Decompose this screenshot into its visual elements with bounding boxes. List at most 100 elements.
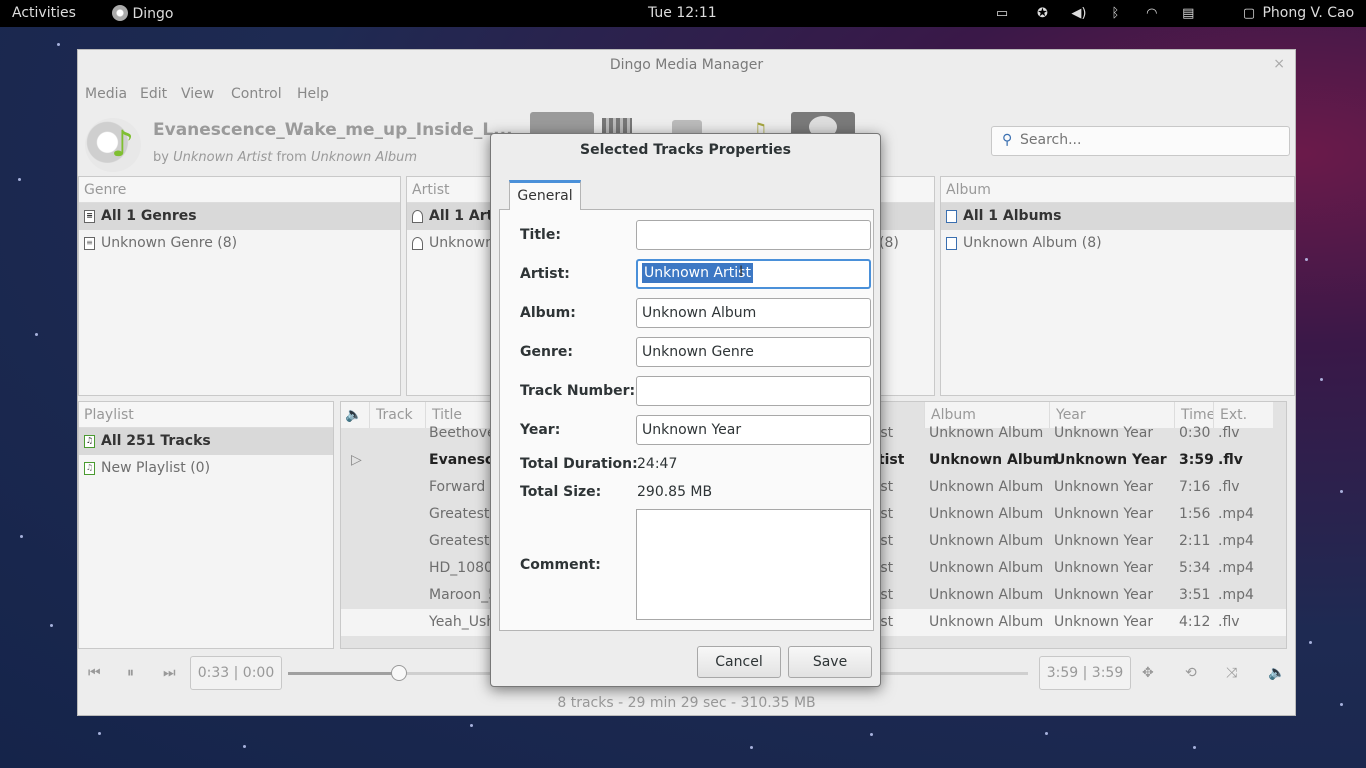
- fullscreen-icon[interactable]: ✥: [1142, 665, 1154, 681]
- genre-field[interactable]: [636, 337, 871, 367]
- track-album-cell: Unknown Album: [929, 506, 1044, 522]
- track-time-cell: 4:12: [1179, 614, 1211, 630]
- previous-icon[interactable]: ⏮: [88, 665, 101, 681]
- track-time-cell: 5:34: [1179, 560, 1211, 576]
- size-label: Total Size:: [520, 484, 602, 500]
- track-year-cell: Unknown Year: [1054, 560, 1154, 576]
- volume-icon[interactable]: ◀): [1070, 7, 1088, 21]
- title-field[interactable]: [636, 220, 871, 250]
- genre-header[interactable]: Genre: [79, 177, 400, 203]
- app-menu[interactable]: Dingo: [112, 5, 173, 22]
- clipboard-icon[interactable]: ▤: [1179, 7, 1197, 21]
- year-field[interactable]: [636, 415, 871, 445]
- clock[interactable]: Tue 12:11: [648, 5, 717, 21]
- total-time: 3:59 | 3:59: [1039, 656, 1131, 690]
- menu-help[interactable]: Help: [297, 86, 329, 102]
- genre-row-all[interactable]: ≡ All 1 Genres: [79, 203, 400, 230]
- repeat-icon[interactable]: ⟲: [1185, 665, 1197, 681]
- menu-edit[interactable]: Edit: [140, 86, 167, 102]
- dialog-body: Title: Artist: Unknown Artist I Album: G…: [499, 209, 874, 631]
- track-ext-cell: .flv: [1218, 452, 1243, 468]
- track-album-cell: Unknown Album: [929, 614, 1044, 630]
- now-playing-title: Evanescence_Wake_me_up_Inside_L...: [153, 120, 513, 140]
- duration-value: 24:47: [637, 456, 678, 472]
- playlist-pane: Playlist ♫ All 251 Tracks ♫ New Playlist (…: [78, 401, 334, 649]
- bluetooth-icon[interactable]: ᛒ: [1106, 7, 1124, 21]
- menu-view[interactable]: View: [181, 86, 214, 102]
- track-time-cell: 0:30: [1179, 425, 1211, 441]
- track-title-cell: Greatest.: [429, 533, 494, 549]
- playlist-row[interactable]: ♫ New Playlist (0): [79, 455, 333, 482]
- track-title-cell: Beethove: [429, 425, 496, 441]
- track-ext-cell: .mp4: [1218, 587, 1254, 603]
- genre-row[interactable]: ≡ Unknown Genre (8): [79, 230, 400, 257]
- album-row-all[interactable]: All 1 Albums: [941, 203, 1294, 230]
- track-title-cell: HD_1080: [429, 560, 493, 576]
- year-label: Year:: [520, 422, 561, 438]
- search-input[interactable]: [1020, 132, 1270, 148]
- album-pane: Album All 1 Albums Unknown Album (8): [940, 176, 1295, 396]
- track-time-cell: 2:11: [1179, 533, 1211, 549]
- status-icons[interactable]: ▭ ✪ ◀) ᛒ ◠ ▤: [993, 5, 1197, 21]
- cancel-button[interactable]: Cancel: [697, 646, 781, 678]
- playlist-row-all[interactable]: ♫ All 251 Tracks: [79, 428, 333, 455]
- seek-knob[interactable]: [391, 665, 407, 681]
- next-icon[interactable]: ⏭: [163, 665, 176, 681]
- playlist-icon: ♫: [84, 462, 95, 475]
- track-number-field[interactable]: [636, 376, 871, 406]
- film-icon: [602, 118, 632, 134]
- volume-icon[interactable]: 🔈: [1268, 665, 1285, 681]
- elapsed-time: 0:33 | 0:00: [190, 656, 282, 690]
- user-menu[interactable]: ▢ Phong V. Cao: [1240, 5, 1354, 21]
- track-ext-cell: .flv: [1218, 614, 1240, 630]
- search-icon: ⚲: [1002, 132, 1013, 148]
- track-year-cell: Unknown Year: [1054, 533, 1154, 549]
- track-title-cell: Yeah_Ush: [429, 614, 496, 630]
- album-field[interactable]: [636, 298, 871, 328]
- artist-label: Artist:: [520, 266, 570, 282]
- person-icon: [412, 237, 423, 250]
- duration-label: Total Duration:: [520, 456, 638, 472]
- track-time-cell: 1:56: [1179, 506, 1211, 522]
- track-title-cell: Greatest.: [429, 506, 494, 522]
- wifi-icon[interactable]: ◠: [1143, 7, 1161, 21]
- track-year-cell: Unknown Year: [1054, 506, 1154, 522]
- track-ext-cell: .flv: [1218, 425, 1240, 441]
- activities-button[interactable]: Activities: [12, 5, 76, 21]
- window-close-icon[interactable]: ×: [1273, 56, 1285, 72]
- track-time-cell: 3:59: [1179, 452, 1214, 468]
- title-label: Title:: [520, 227, 561, 243]
- genre-pane: Genre ≡ All 1 Genres ≡ Unknown Genre (8): [78, 176, 401, 396]
- menu-control[interactable]: Control: [231, 86, 282, 102]
- track-time-cell: 3:51: [1179, 587, 1211, 603]
- album-art-icon: ♪: [85, 118, 141, 172]
- person-icon: [412, 210, 423, 223]
- album-header[interactable]: Album: [941, 177, 1294, 203]
- album-icon: [946, 210, 957, 223]
- pause-icon[interactable]: ⏸: [127, 665, 134, 681]
- album-row[interactable]: Unknown Album (8): [941, 230, 1294, 257]
- comment-field[interactable]: [636, 509, 871, 620]
- menu-media[interactable]: Media: [85, 86, 127, 102]
- dialog-title: Selected Tracks Properties: [580, 142, 791, 158]
- properties-dialog: Selected Tracks Properties General Title…: [490, 133, 881, 687]
- playlist-icon: ♫: [84, 435, 95, 448]
- network-manager-icon[interactable]: ▭: [993, 7, 1011, 21]
- save-button[interactable]: Save: [788, 646, 872, 678]
- tab-general[interactable]: General: [509, 180, 581, 210]
- track-ext-cell: .mp4: [1218, 506, 1254, 522]
- track-ext-cell: .mp4: [1218, 533, 1254, 549]
- text-cursor-icon: I: [739, 264, 744, 280]
- track-number-label: Track Number:: [520, 383, 636, 399]
- accessibility-icon[interactable]: ✪: [1033, 7, 1051, 21]
- album-label: Album:: [520, 305, 576, 321]
- track-year-cell: Unknown Year: [1054, 452, 1167, 468]
- track-album-cell: Unknown Album: [929, 533, 1044, 549]
- playlist-header[interactable]: Playlist: [79, 402, 333, 428]
- now-playing-subtitle: by Unknown Artist from Unknown Album: [153, 150, 418, 165]
- playing-indicator-icon: ▷: [351, 452, 362, 468]
- shuffle-icon[interactable]: ⤨: [1226, 665, 1237, 681]
- search-box[interactable]: ⚲: [991, 126, 1290, 156]
- top-bar: Activities Dingo Tue 12:11 ▭ ✪ ◀) ᛒ ◠ ▤ …: [0, 0, 1366, 27]
- comment-label: Comment:: [520, 557, 601, 573]
